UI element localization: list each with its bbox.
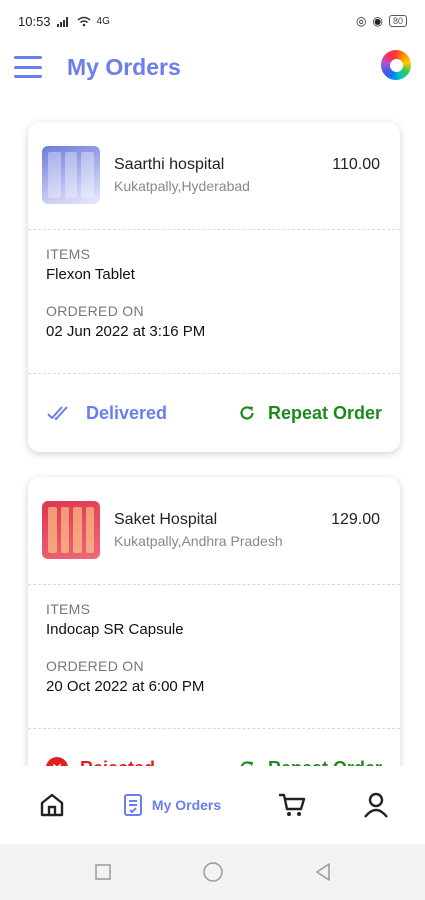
close-circle-icon: ✕ — [46, 757, 68, 766]
hospital-thumbnail — [42, 501, 100, 559]
recent-apps-icon[interactable] — [94, 863, 112, 881]
order-status: ✕ Rejected — [46, 757, 155, 766]
nav-profile[interactable] — [363, 791, 389, 819]
app-header: My Orders — [0, 42, 425, 92]
orders-list[interactable]: Saarthi hospital Kukatpally,Hyderabad 11… — [0, 110, 425, 766]
cart-icon — [279, 793, 306, 816]
bottom-nav: My Orders — [0, 766, 425, 844]
profile-color-icon[interactable] — [381, 50, 411, 80]
order-status-text: Rejected — [80, 758, 155, 767]
order-amount: 110.00 — [332, 156, 380, 173]
order-card-footer: Delivered Repeat Order — [28, 374, 400, 452]
hospital-location: Kukatpally,Hyderabad — [114, 178, 250, 194]
order-status: Delivered — [46, 403, 167, 424]
nav-home[interactable] — [38, 791, 66, 819]
sync-icon: ◉ — [372, 14, 383, 28]
double-check-icon — [47, 406, 68, 421]
ordered-on-value: 02 Jun 2022 at 3:16 PM — [46, 323, 206, 340]
repeat-order-label: Repeat Order — [268, 758, 382, 767]
user-icon — [364, 792, 388, 818]
hospital-name: Saket Hospital — [114, 511, 218, 528]
ordered-on-value: 20 Oct 2022 at 6:00 PM — [46, 678, 205, 695]
order-card[interactable]: Saarthi hospital Kukatpally,Hyderabad 11… — [28, 122, 400, 452]
order-card-header: Saarthi hospital Kukatpally,Hyderabad 11… — [28, 122, 400, 230]
battery-icon: 80 — [388, 15, 407, 27]
network-type: 4G — [96, 15, 110, 27]
repeat-order-button[interactable]: Repeat Order — [238, 403, 382, 424]
home-icon — [40, 793, 64, 817]
nav-my-orders[interactable]: My Orders — [122, 792, 221, 818]
items-label: ITEMS — [46, 246, 91, 262]
items-value: Flexon Tablet — [46, 266, 135, 283]
order-card-header: Saket Hospital Kukatpally,Andhra Pradesh… — [28, 477, 400, 585]
order-details: ITEMS Indocap SR Capsule ORDERED ON 20 O… — [28, 585, 400, 729]
hamburger-menu-icon[interactable] — [14, 56, 42, 78]
status-time: 10:53 — [18, 13, 51, 29]
alarm-icon: ◎ — [356, 14, 367, 28]
wifi-icon — [77, 16, 91, 26]
items-label: ITEMS — [46, 601, 91, 617]
nav-my-orders-label: My Orders — [151, 797, 222, 813]
hospital-thumbnail — [42, 146, 100, 204]
page-title: My Orders — [67, 53, 181, 80]
items-value: Indocap SR Capsule — [46, 621, 184, 638]
refresh-icon — [240, 406, 254, 420]
hospital-name: Saarthi hospital — [114, 156, 225, 173]
nav-cart[interactable] — [277, 791, 307, 819]
repeat-order-button[interactable]: Repeat Order — [238, 758, 382, 767]
system-nav-bar — [0, 844, 425, 900]
signal-icon — [56, 16, 68, 27]
back-triangle-icon[interactable] — [314, 862, 332, 882]
hospital-location: Kukatpally,Andhra Pradesh — [114, 533, 283, 549]
order-card[interactable]: Saket Hospital Kukatpally,Andhra Pradesh… — [28, 477, 400, 766]
order-card-footer: ✕ Rejected Repeat Order — [28, 729, 400, 766]
repeat-order-label: Repeat Order — [267, 402, 382, 423]
ordered-on-label: ORDERED ON — [46, 658, 144, 674]
refresh-icon — [240, 761, 253, 766]
order-amount: 129.00 — [331, 511, 380, 528]
order-status-text: Delivered — [86, 402, 168, 423]
ordered-on-label: ORDERED ON — [46, 303, 144, 319]
orders-icon — [123, 794, 142, 816]
status-bar: 10:53 4G ◎ ◉ 80 — [0, 0, 425, 42]
home-circle-icon[interactable] — [202, 861, 224, 883]
order-details: ITEMS Flexon Tablet ORDERED ON 02 Jun 20… — [28, 230, 400, 374]
